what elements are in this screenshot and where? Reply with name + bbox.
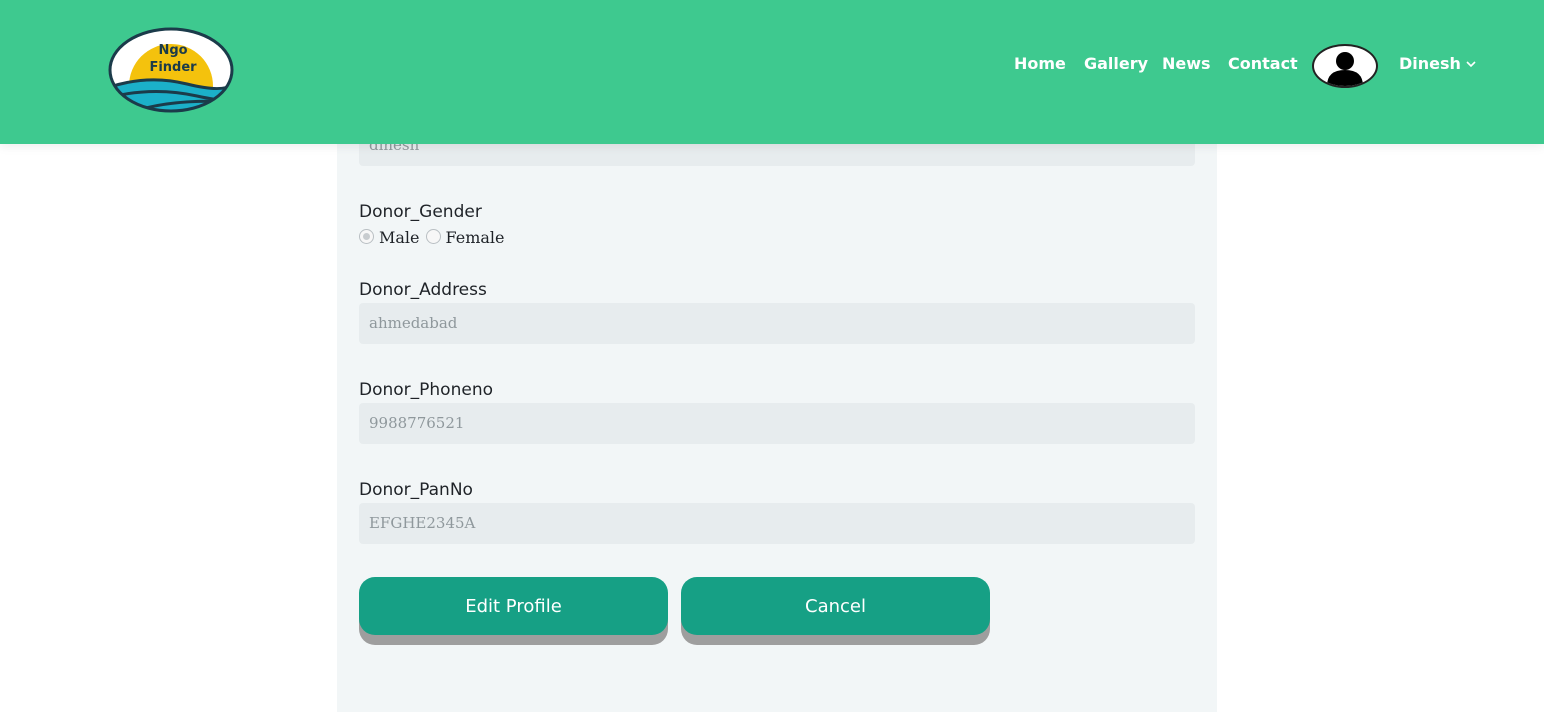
user-name: Dinesh [1399,54,1461,73]
user-silhouette-icon [1327,52,1363,86]
address-field[interactable]: ahmedabad [359,303,1195,344]
pan-field[interactable]: EFGHE2345A [359,503,1195,544]
phone-field[interactable]: 9988776521 [359,403,1195,444]
male-radio[interactable] [359,228,374,244]
gender-label: Donor_Gender [359,202,482,222]
nav-contact[interactable]: Contact [1228,54,1298,73]
chevron-down-icon [1466,60,1476,67]
nav-news[interactable]: News [1162,54,1211,73]
address-value: ahmedabad [369,314,458,332]
pan-value: EFGHE2345A [369,514,476,532]
user-menu[interactable]: Dinesh [1399,54,1477,73]
edit-profile-button[interactable]: Edit Profile [359,577,668,635]
address-label: Donor_Address [359,280,487,300]
cancel-button[interactable]: Cancel [681,577,990,635]
male-radio-label[interactable]: Male [379,228,420,247]
pan-label: Donor_PanNo [359,480,473,500]
phone-label: Donor_Phoneno [359,380,493,400]
logo-text-finder: Finder [149,60,197,75]
female-radio[interactable] [425,228,441,244]
nav-home[interactable]: Home [1014,54,1066,73]
phone-value: 9988776521 [369,414,465,432]
ngo-finder-logo[interactable]: Ngo Finder [107,26,235,114]
female-radio-label[interactable]: Female [446,228,505,247]
gender-radio-group: Male Female [359,227,511,247]
nav-gallery[interactable]: Gallery [1084,54,1148,73]
logo-text-ngo: Ngo [158,43,187,58]
top-header: Ngo Finder Home Gallery News Contact Din… [0,0,1544,144]
user-avatar[interactable] [1312,44,1378,88]
